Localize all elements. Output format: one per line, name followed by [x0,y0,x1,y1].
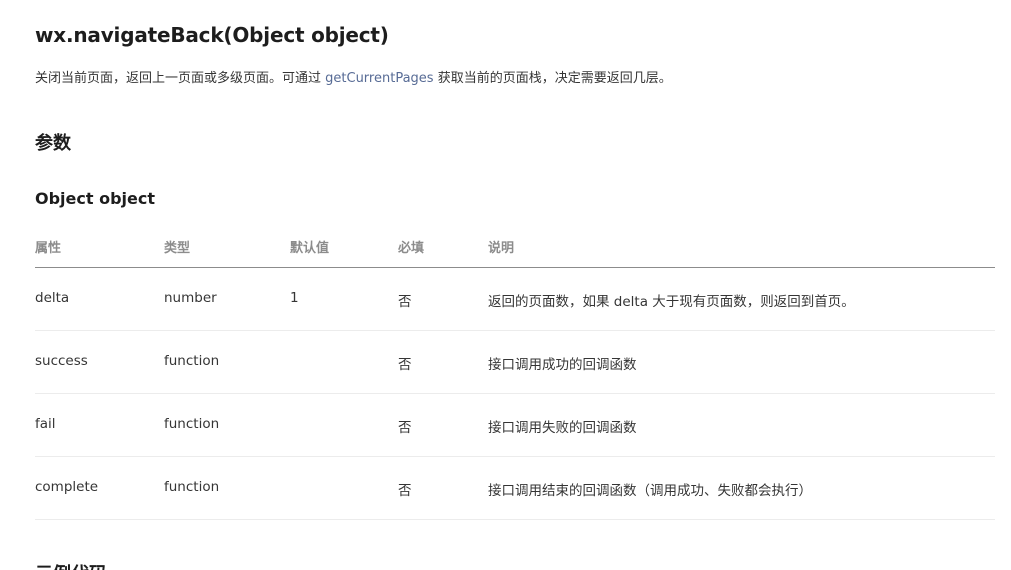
cell-required: 否 [398,357,412,373]
params-section-title: 参数 [35,133,71,154]
cell-property: delta [35,290,70,306]
cell-required: 否 [398,294,412,310]
cell-property: success [35,353,88,369]
header-default: 默认值 [290,241,330,256]
description-text-before: 关闭当前页面，返回上一页面或多级页面。可通过 [35,71,326,86]
cell-description: 接口调用结束的回调函数（调用成功、失败都会执行） [488,483,812,499]
api-title: wx.navigateBack(Object object) [35,23,389,47]
table-row: complete function 否 接口调用结束的回调函数（调用成功、失败都… [35,457,995,520]
header-type: 类型 [164,241,191,256]
cell-default: 1 [290,290,299,306]
cell-required: 否 [398,483,412,499]
table-header-row: 属性 类型 默认值 必填 说明 [35,225,995,268]
cell-type: function [164,479,220,495]
cell-type: function [164,353,220,369]
header-required: 必填 [398,241,425,256]
object-param-title: Object object [35,189,156,208]
cell-property: complete [35,479,99,495]
params-table: 属性 类型 默认值 必填 说明 delta number 1 否 返回的页面数，… [35,225,995,520]
cell-description: 接口调用成功的回调函数 [488,357,637,373]
table-row: delta number 1 否 返回的页面数，如果 delta 大于现有页面数… [35,268,995,331]
cell-type: function [164,416,220,432]
get-current-pages-link[interactable]: getCurrentPages [325,71,433,86]
cell-description: 接口调用失败的回调函数 [488,420,637,436]
cell-description: 返回的页面数，如果 delta 大于现有页面数，则返回到首页。 [488,294,855,310]
table-row: success function 否 接口调用成功的回调函数 [35,331,995,394]
example-section-title: 示例代码 [35,560,107,570]
header-property: 属性 [35,241,62,256]
description-text-after: 获取当前的页面栈，决定需要返回几层。 [433,71,672,86]
header-description: 说明 [488,241,515,256]
table-row: fail function 否 接口调用失败的回调函数 [35,394,995,457]
cell-property: fail [35,416,56,432]
api-description: 关闭当前页面，返回上一页面或多级页面。可通过 getCurrentPages 获… [35,70,672,88]
cell-type: number [164,290,217,306]
cell-required: 否 [398,420,412,436]
